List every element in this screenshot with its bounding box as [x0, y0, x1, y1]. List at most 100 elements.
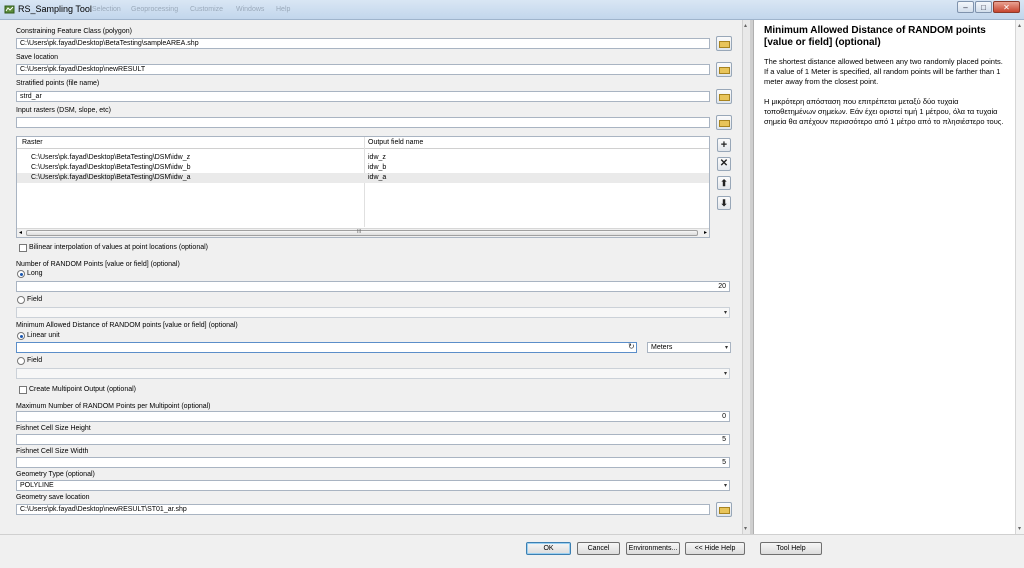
help-title: Minimum Allowed Distance of RANDOM point…: [764, 25, 986, 48]
raster-table[interactable]: Raster Output field name C:\Users\pk.fay…: [16, 136, 710, 238]
browse-stratified-button[interactable]: [716, 89, 732, 104]
unit-select-value: Meters: [651, 344, 673, 351]
text-cursor-icon: ↻: [628, 342, 635, 351]
menu-customize: Customize: [190, 6, 224, 13]
field1-label: Field: [27, 296, 43, 303]
constraining-input[interactable]: C:\Users\pk.fayad\Desktop\BetaTesting\sa…: [16, 38, 710, 49]
help-text-greek: Η μικρότερη απόσταση που επιτρέπεται μετ…: [764, 97, 1004, 126]
column-raster[interactable]: Raster: [22, 139, 43, 146]
geom-save-label: Geometry save location: [16, 494, 90, 501]
table-row[interactable]: C:\Users\pk.fayad\Desktop\BetaTesting\DS…: [17, 173, 709, 183]
maximize-button[interactable]: □: [975, 1, 992, 13]
help-vertical-scrollbar[interactable]: ▴ ▾: [1015, 20, 1024, 534]
table-header: Raster Output field name: [17, 137, 709, 149]
field-cell: idw_z: [368, 154, 386, 161]
multipoint-label: Create Multipoint Output (optional): [29, 386, 136, 393]
scroll-down-arrow-icon[interactable]: ▾: [1018, 525, 1021, 532]
field-cell: idw_a: [368, 174, 387, 181]
max-per-multi-label: Maximum Number of RANDOM Points per Mult…: [16, 403, 211, 410]
unit-select[interactable]: Meters ▾: [647, 342, 731, 353]
help-text-english: The shortest distance allowed between an…: [764, 57, 1003, 86]
environments-button[interactable]: Environments...: [626, 542, 680, 555]
minimize-button[interactable]: –: [957, 1, 974, 13]
long-radio[interactable]: [17, 270, 25, 278]
geom-save-input[interactable]: C:\Users\pk.fayad\Desktop\newRESULT\ST01…: [16, 504, 710, 515]
cancel-button[interactable]: Cancel: [577, 542, 620, 555]
long-label: Long: [27, 270, 43, 277]
chevron-down-icon: ▾: [723, 371, 727, 377]
table-row[interactable]: C:\Users\pk.fayad\Desktop\BetaTesting\DS…: [17, 153, 709, 163]
field1-radio[interactable]: [17, 296, 25, 304]
field1-select[interactable]: ▾: [16, 307, 730, 318]
tool-help-button[interactable]: Tool Help: [760, 542, 822, 555]
table-horizontal-scrollbar[interactable]: ◂ III ▸: [17, 228, 709, 237]
parameters-panel: Constraining Feature Class (polygon) C:\…: [8, 22, 742, 534]
menu-windows: Windows: [236, 6, 265, 13]
linear-unit-input[interactable]: [16, 342, 637, 353]
browse-save-location-button[interactable]: [716, 62, 732, 77]
field-cell: idw_b: [368, 164, 387, 171]
menu-help: Help: [276, 6, 291, 13]
stratified-input[interactable]: strd_ar: [16, 91, 710, 102]
dialog-button-bar: [0, 534, 1024, 568]
raster-cell: C:\Users\pk.fayad\Desktop\BetaTesting\DS…: [31, 164, 191, 171]
save-location-label: Save location: [16, 54, 59, 61]
app-icon: [4, 5, 15, 14]
menu-geoprocessing: Geoprocessing: [131, 6, 179, 13]
title-bar: RS_Sampling Tool Selection Geoprocessing…: [0, 0, 1024, 20]
column-output-field[interactable]: Output field name: [368, 139, 423, 146]
scroll-thumb[interactable]: III: [26, 229, 698, 236]
geom-type-select[interactable]: POLYLINE ▾: [16, 480, 730, 491]
window-title: RS_Sampling Tool: [18, 4, 92, 14]
multipoint-checkbox[interactable]: [19, 386, 27, 394]
linear-unit-label: Linear unit: [27, 332, 60, 339]
close-button[interactable]: ✕: [993, 1, 1020, 13]
folder-icon: [719, 120, 730, 127]
linear-unit-radio[interactable]: [17, 332, 25, 340]
input-rasters-input[interactable]: [16, 117, 710, 128]
move-up-button[interactable]: ⬆: [717, 176, 731, 190]
field2-select[interactable]: ▾: [16, 368, 730, 379]
menu-selection: Selection: [92, 6, 121, 13]
geom-type-value: POLYLINE: [20, 482, 54, 489]
folder-icon: [719, 67, 730, 74]
remove-row-button[interactable]: ✕: [717, 157, 731, 171]
scroll-up-arrow-icon[interactable]: ▴: [1018, 22, 1021, 29]
scroll-down-arrow-icon[interactable]: ▾: [744, 525, 747, 532]
table-row[interactable]: C:\Users\pk.fayad\Desktop\BetaTesting\DS…: [17, 163, 709, 173]
max-per-multi-input[interactable]: 0: [16, 411, 730, 422]
scroll-grip-icon: III: [357, 229, 362, 235]
scroll-up-arrow-icon[interactable]: ▴: [744, 22, 747, 29]
chevron-down-icon: ▾: [724, 345, 728, 351]
add-row-button[interactable]: +: [717, 138, 731, 152]
ok-button[interactable]: OK: [526, 542, 571, 555]
scroll-left-arrow-icon[interactable]: ◂: [19, 229, 22, 236]
browse-rasters-button[interactable]: [716, 115, 732, 130]
scroll-right-arrow-icon[interactable]: ▸: [704, 229, 707, 236]
constraining-label: Constraining Feature Class (polygon): [16, 28, 132, 35]
stratified-label: Stratified points (file name): [16, 80, 100, 87]
long-value-input[interactable]: 20: [16, 281, 730, 292]
folder-icon: [719, 94, 730, 101]
raster-cell: C:\Users\pk.fayad\Desktop\BetaTesting\DS…: [31, 154, 191, 161]
chevron-down-icon: ▾: [723, 310, 727, 316]
bilinear-checkbox[interactable]: [19, 244, 27, 252]
input-rasters-label: Input rasters (DSM, slope, etc): [16, 107, 111, 114]
fishnet-h-label: Fishnet Cell Size Height: [16, 425, 91, 432]
form-vertical-scrollbar[interactable]: ▴ ▾: [742, 20, 750, 534]
bilinear-label: Bilinear interpolation of values at poin…: [29, 244, 208, 251]
hide-help-button[interactable]: << Hide Help: [685, 542, 745, 555]
browse-constraining-button[interactable]: [716, 36, 732, 51]
fishnet-w-input[interactable]: 5: [16, 457, 730, 468]
help-panel: Minimum Allowed Distance of RANDOM point…: [753, 20, 1015, 534]
field2-radio[interactable]: [17, 357, 25, 365]
move-down-button[interactable]: ⬇: [717, 196, 731, 210]
num-random-label: Number of RANDOM Points [value or field]…: [16, 261, 180, 268]
fishnet-h-input[interactable]: 5: [16, 434, 730, 445]
fishnet-w-label: Fishnet Cell Size Width: [16, 448, 89, 455]
folder-icon: [719, 41, 730, 48]
folder-icon: [719, 507, 730, 514]
save-location-input[interactable]: C:\Users\pk.fayad\Desktop\newRESULT: [16, 64, 710, 75]
raster-cell: C:\Users\pk.fayad\Desktop\BetaTesting\DS…: [31, 174, 191, 181]
browse-geom-save-button[interactable]: [716, 502, 732, 517]
